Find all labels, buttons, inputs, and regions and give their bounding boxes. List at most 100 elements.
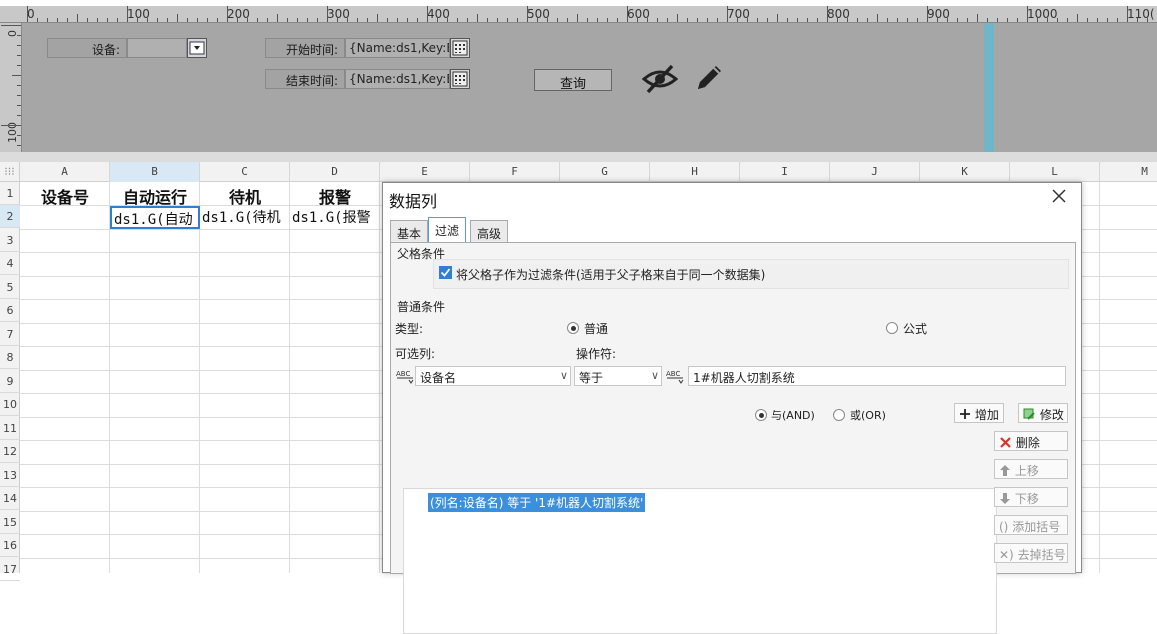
cell-c2[interactable]: ds1.G(待机: [200, 206, 290, 229]
add-condition-label: 增加: [974, 408, 999, 422]
calendar-icon: [452, 40, 468, 56]
row-header-10[interactable]: 10: [0, 393, 20, 416]
end-calendar-button[interactable]: [450, 69, 470, 89]
column-select[interactable]: 设备名 ∨: [415, 366, 571, 386]
row-header-3[interactable]: 3: [0, 229, 20, 252]
column-header-f[interactable]: F: [470, 162, 560, 182]
operator-label: 操作符:: [576, 347, 617, 361]
device-combo[interactable]: [127, 38, 187, 58]
ruler-tick: [757, 18, 758, 22]
add-bracket-button[interactable]: () 添加括号: [994, 515, 1068, 535]
edit-icon: [1023, 408, 1035, 420]
row-header-13[interactable]: 13: [0, 464, 20, 487]
start-calendar-button[interactable]: [450, 38, 470, 58]
tab-advanced[interactable]: 高级: [470, 220, 509, 242]
hide-eye-icon[interactable]: [642, 63, 678, 95]
cell-b2-selected[interactable]: ds1.G(自动: [110, 206, 200, 229]
start-time-label: 开始时间:: [265, 38, 345, 58]
column-header-d[interactable]: D: [290, 162, 380, 182]
ruler-tick: [727, 6, 728, 22]
parent-filter-checkbox[interactable]: [439, 266, 452, 279]
query-button[interactable]: 查询: [534, 69, 612, 92]
column-header-i[interactable]: I: [740, 162, 830, 182]
cell-d2[interactable]: ds1.G(报警: [290, 206, 380, 229]
modify-condition-button[interactable]: 修改: [1018, 403, 1068, 423]
row-header-9[interactable]: 9: [0, 370, 20, 393]
ruler-tick: [947, 18, 948, 22]
cell-d1[interactable]: 报警: [290, 182, 380, 207]
row-header-14[interactable]: 14: [0, 487, 20, 510]
ruler-tick: [107, 18, 108, 22]
or-radio[interactable]: [833, 409, 845, 421]
end-time-input[interactable]: {Name:ds1,Key:E: [345, 69, 450, 89]
cell-c1[interactable]: 待机: [200, 182, 290, 207]
row-header-8[interactable]: 8: [0, 346, 20, 369]
column-header-m[interactable]: M: [1100, 162, 1157, 182]
ruler-tick: [837, 18, 838, 22]
row-header-12[interactable]: 12: [0, 440, 20, 463]
row-header-16[interactable]: 16: [0, 534, 20, 557]
splitter[interactable]: [0, 152, 1157, 162]
condition-list[interactable]: (列名:设备名) 等于 '1#机器人切割系统': [403, 488, 997, 634]
column-header-a[interactable]: A: [20, 162, 110, 182]
delete-condition-button[interactable]: 删除: [994, 431, 1068, 451]
remove-bracket-label: 去掉括号: [1017, 548, 1066, 562]
ruler-tick: [137, 18, 138, 22]
and-radio[interactable]: [755, 409, 767, 421]
device-label: 设备:: [47, 38, 127, 58]
ruler-tick: [17, 65, 21, 66]
ruler-tick: [1007, 18, 1008, 22]
ruler-tick: [27, 6, 28, 22]
ruler-tick: [747, 18, 748, 22]
close-button[interactable]: [1048, 187, 1070, 209]
row-header-5[interactable]: 5: [0, 276, 20, 299]
row-header-7[interactable]: 7: [0, 323, 20, 346]
column-header-l[interactable]: L: [1010, 162, 1100, 182]
ruler-tick: [857, 18, 858, 22]
row-header-17[interactable]: 17: [0, 558, 20, 581]
select-all-corner[interactable]: ⁝⁝⁝: [0, 162, 20, 182]
ruler-tick: [12, 75, 21, 76]
row-header-1[interactable]: 1: [0, 182, 20, 205]
remove-bracket-button[interactable]: ✕) 去掉括号: [994, 543, 1068, 563]
column-header-e[interactable]: E: [380, 162, 470, 182]
column-header-h[interactable]: H: [650, 162, 740, 182]
move-up-button[interactable]: 上移: [994, 459, 1068, 479]
condition-value-input[interactable]: 1#机器人切割系统: [688, 366, 1066, 386]
cell-a1[interactable]: 设备号: [20, 182, 110, 207]
row-header-15[interactable]: 15: [0, 511, 20, 534]
column-header-b[interactable]: B: [110, 162, 200, 182]
pencil-icon[interactable]: [692, 61, 726, 95]
ruler-tick: [17, 35, 21, 36]
tab-filter[interactable]: 过滤: [428, 217, 467, 243]
ruler-tick: [877, 14, 878, 22]
add-condition-button[interactable]: 增加: [954, 403, 1004, 423]
condition-list-item[interactable]: (列名:设备名) 等于 '1#机器人切割系统': [428, 493, 646, 512]
operator-select[interactable]: 等于 ∨: [574, 366, 662, 386]
column-header-k[interactable]: K: [920, 162, 1010, 182]
column-header-c[interactable]: C: [200, 162, 290, 182]
column-header-g[interactable]: G: [560, 162, 650, 182]
device-dropdown-button[interactable]: [187, 38, 207, 58]
ruler-tick: [247, 18, 248, 22]
column-header-j[interactable]: J: [830, 162, 920, 182]
start-time-input[interactable]: {Name:ds1,Key:E: [345, 38, 450, 58]
row-header-11[interactable]: 11: [0, 417, 20, 440]
filter-panel: 父格条件 将父格子作为过滤条件(适用于父子格来自于同一个数据集) 普通条件 类型…: [390, 242, 1076, 634]
type-normal-radio[interactable]: [567, 322, 579, 334]
tab-basic[interactable]: 基本: [390, 220, 429, 242]
ruler-tick: [17, 145, 21, 146]
delete-condition-label: 删除: [1015, 436, 1040, 450]
row-header-2[interactable]: 2: [0, 205, 20, 228]
and-label: 与(AND): [771, 409, 815, 422]
ruler-tick: [57, 18, 58, 22]
type-formula-radio[interactable]: [886, 322, 898, 334]
vertical-ruler: 0 100: [0, 23, 22, 152]
ruler-tick: [1037, 18, 1038, 22]
cell-b1[interactable]: 自动运行: [110, 182, 200, 207]
move-down-button[interactable]: 下移: [994, 487, 1068, 507]
value-type-icon[interactable]: ABC: [665, 366, 685, 386]
row-header-6[interactable]: 6: [0, 299, 20, 322]
row-header-4[interactable]: 4: [0, 252, 20, 275]
ruler-tick: [477, 14, 478, 22]
